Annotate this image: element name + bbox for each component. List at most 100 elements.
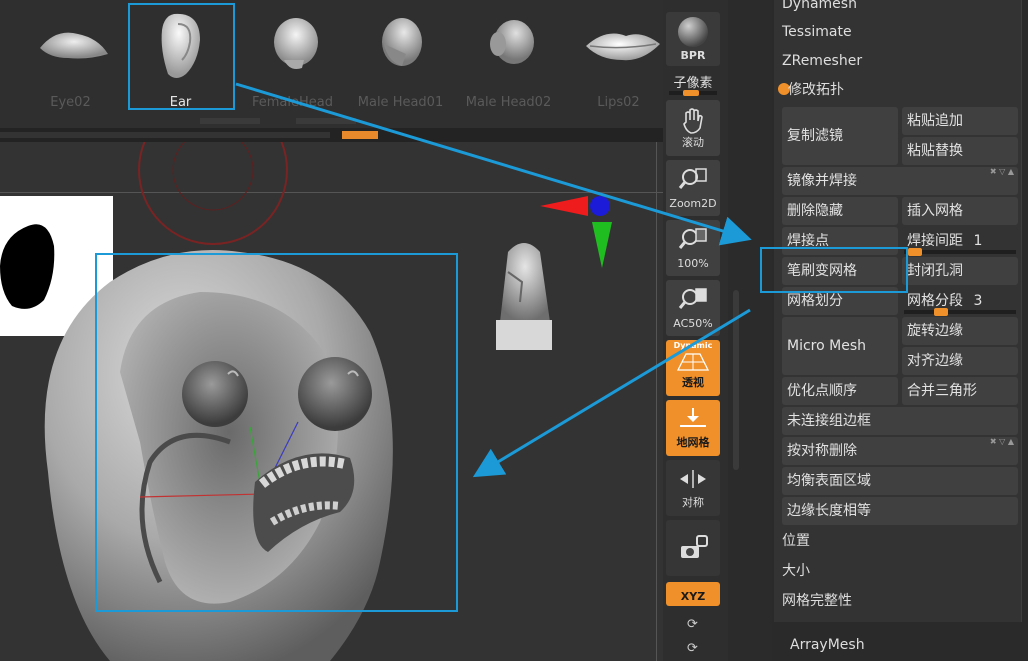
male-head02-preview-icon [490, 20, 534, 64]
copy-filter-button[interactable]: 复制滤镜 [782, 107, 898, 165]
unweld-group-borders-button[interactable]: 未连接组边框 [782, 407, 1018, 435]
rotate-edge-button[interactable]: 旋转边缘 [902, 317, 1018, 345]
lips02-preview-icon [586, 33, 660, 61]
right-tool-shelf: BPR 子像素 滚动 Zoom2D 100% AC50% Dynamic 透视 … [663, 0, 728, 661]
bpr-render-button[interactable]: BPR [666, 12, 720, 66]
mesh-segments-track[interactable] [904, 308, 1016, 316]
delete-by-symmetry-label: 按对称删除 [787, 443, 857, 459]
mesh-segments-value: 3 [973, 293, 983, 309]
optimize-point-order-button[interactable]: 优化点顺序 [782, 377, 898, 405]
symmetry-arrows-icon [680, 470, 706, 488]
bpr-sphere-icon [678, 17, 708, 47]
insert-mesh-button[interactable]: 插入网格 [902, 197, 1018, 225]
ac50-label: AC50% [673, 317, 713, 330]
paste-replace-button[interactable]: 粘贴替换 [902, 137, 1018, 165]
modify-topology-header[interactable]: 修改拓扑 [788, 76, 844, 104]
model-label: Ear [169, 95, 192, 110]
sculpt-canvas[interactable] [0, 142, 663, 661]
zoom-half-icon [678, 288, 707, 309]
lock-camera-button[interactable] [666, 520, 720, 576]
menu-item-arraymesh[interactable]: ArrayMesh [790, 631, 865, 659]
mesh-divide-button[interactable]: 网格划分 [782, 287, 898, 315]
perspective-button[interactable]: Dynamic 透视 [666, 340, 720, 396]
slider-knob[interactable] [908, 248, 922, 256]
delete-by-symmetry-button[interactable]: 按对称删除 ✖ ▽ ▲ [782, 437, 1018, 465]
menu-item-position[interactable]: 位置 [782, 527, 810, 555]
zoom-actual-icon [678, 228, 707, 249]
scroll-right-track [296, 118, 356, 124]
floor-grid-label: 地网格 [676, 436, 710, 449]
rotate-z-icon[interactable]: ⟳ [687, 641, 698, 656]
lock-camera-icon [681, 535, 708, 558]
panel-body: Dynamesh Tessimate ZRemesher 修改拓扑 复制滤镜 粘… [774, 0, 1022, 622]
ac50-button[interactable]: AC50% [666, 280, 720, 336]
perspective-label: 透视 [682, 376, 704, 389]
zoom2d-button[interactable]: Zoom2D [666, 160, 720, 216]
xyz-label: XYZ [680, 590, 706, 603]
weld-points-button[interactable]: 焊接点 [782, 227, 898, 255]
male-head01-preview-icon [382, 18, 422, 66]
mini-option-icons[interactable]: ✖ ▽ ▲ [990, 437, 1014, 456]
mini-option-icons[interactable]: ✖ ▽ ▲ [990, 167, 1014, 186]
model-label: Male Head02 [465, 95, 552, 110]
mini-head-preview [496, 243, 552, 350]
hand-icon [683, 108, 703, 134]
slider-knob[interactable] [683, 90, 699, 96]
model-thumb-eye02[interactable]: Eye02 [18, 0, 123, 118]
model-thumb-ear[interactable]: Ear [128, 0, 233, 118]
subpixel-slider[interactable] [669, 90, 717, 96]
model-thumb-lips02[interactable]: Lips02 [566, 0, 671, 118]
symmetry-label: 对称 [682, 496, 704, 509]
xyz-rotate-button[interactable]: XYZ [666, 582, 720, 606]
tool-shelf-scrollbar[interactable] [733, 290, 739, 470]
floor-grid-button[interactable]: 地网格 [666, 400, 720, 456]
perspective-grid-icon [676, 353, 710, 371]
micro-mesh-button[interactable]: Micro Mesh [782, 317, 898, 375]
model-thumb-male-head01[interactable]: Male Head01 [348, 0, 453, 118]
move-button[interactable]: 滚动 [666, 100, 720, 156]
close-holes-button[interactable]: 封闭孔洞 [902, 257, 1018, 285]
equalize-edge-length-button[interactable]: 边缘长度相等 [782, 497, 1018, 525]
female-head-preview-icon [274, 18, 318, 69]
delete-hidden-button[interactable]: 删除隐藏 [782, 197, 898, 225]
orientation-gizmo[interactable] [540, 196, 612, 268]
ear-sculpt-model [44, 142, 612, 661]
menu-item-zremesher[interactable]: ZRemesher [782, 47, 862, 75]
scroll-thumb[interactable] [342, 131, 378, 139]
paste-append-button[interactable]: 粘贴追加 [902, 107, 1018, 135]
mesh-segments-label: 网格分段 [907, 293, 963, 309]
mirror-weld-button[interactable]: 镜像并焊接 ✖ ▽ ▲ [782, 167, 1018, 195]
menu-item-mesh-integrity[interactable]: 网格完整性 [782, 587, 852, 615]
mirror-weld-label: 镜像并焊接 [787, 173, 857, 189]
scroll-track [0, 132, 330, 138]
floor-icon [680, 408, 706, 427]
align-edge-button[interactable]: 对齐边缘 [902, 347, 1018, 375]
model-thumb-female-head[interactable]: FemaleHead [240, 0, 345, 118]
eye02-preview-icon [40, 32, 108, 59]
model-library-strip: Eye02 Ear FemaleHead Male Head01 Male He… [0, 0, 663, 128]
geometry-subpalette: Dynamesh Tessimate ZRemesher 修改拓扑 复制滤镜 粘… [772, 0, 1028, 661]
menu-item-dynamesh[interactable]: Dynamesh [782, 0, 857, 18]
brush-to-mesh-button[interactable]: 笔刷变网格 [782, 257, 898, 285]
model-label: FemaleHead [252, 95, 333, 110]
zoom-icon [678, 168, 707, 189]
model-label: Eye02 [50, 95, 91, 110]
zoom100-label: 100% [677, 257, 709, 270]
zoom2d-label: Zoom2D [669, 197, 717, 210]
weld-distance-label: 焊接间距 [907, 233, 963, 249]
model-thumb-male-head02[interactable]: Male Head02 [456, 0, 561, 118]
merge-triangles-button[interactable]: 合并三角形 [902, 377, 1018, 405]
slider-knob[interactable] [934, 308, 948, 316]
weld-distance-track[interactable] [904, 248, 1016, 256]
actual-size-button[interactable]: 100% [666, 220, 720, 276]
dynamic-label: Dynamic [673, 341, 713, 350]
equalize-surface-area-button[interactable]: 均衡表面区域 [782, 467, 1018, 495]
model-label: Male Head01 [357, 95, 444, 110]
rotate-y-icon[interactable]: ⟳ [687, 617, 698, 632]
symmetry-button[interactable]: 对称 [666, 460, 720, 516]
menu-item-tessimate[interactable]: Tessimate [782, 18, 852, 46]
move-label: 滚动 [682, 136, 704, 149]
model-strip-scrollbar[interactable] [0, 118, 663, 142]
menu-item-size[interactable]: 大小 [782, 557, 810, 585]
bpr-label: BPR [680, 49, 706, 62]
